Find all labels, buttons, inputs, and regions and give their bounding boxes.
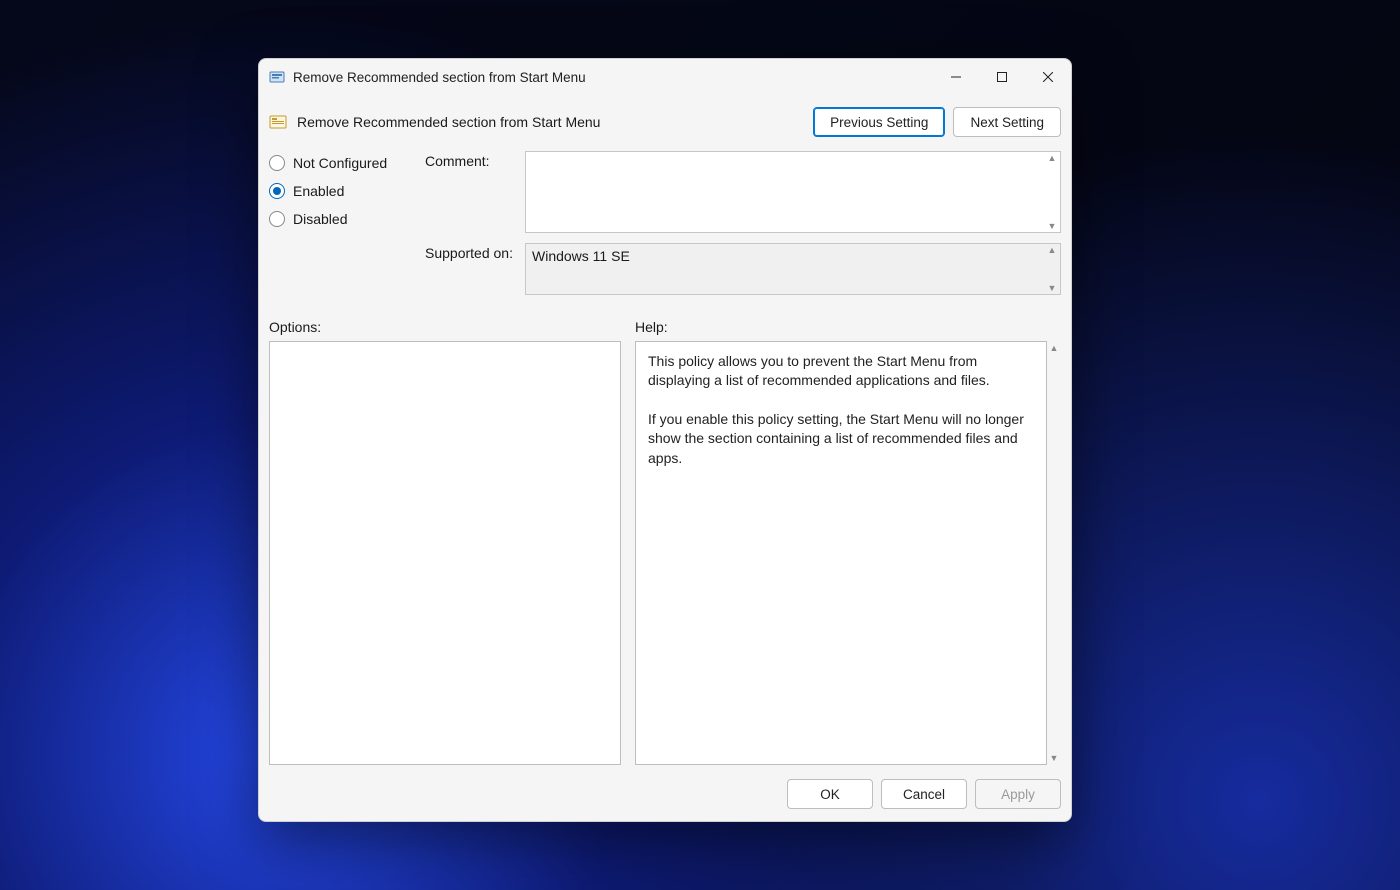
maximize-button[interactable] [979,59,1025,95]
options-pane[interactable] [269,341,621,765]
minimize-button[interactable] [933,59,979,95]
scroll-up-icon: ▲ [1050,343,1059,353]
scroll-indicator: ▲ ▼ [1047,341,1061,765]
pane-labels: Options: Help: [269,319,1061,341]
apply-button[interactable]: Apply [975,779,1061,809]
ok-button[interactable]: OK [787,779,873,809]
help-pane-wrap: This policy allows you to prevent the St… [635,341,1061,765]
meta-column: Comment: ▲ ▼ Supported on: Windows 1 [425,151,1061,295]
titlebar[interactable]: Remove Recommended section from Start Me… [259,59,1071,95]
supported-box-wrap: Windows 11 SE ▲ ▼ [525,243,1061,295]
cancel-button[interactable]: Cancel [881,779,967,809]
window-content: Remove Recommended section from Start Me… [259,95,1071,821]
radio-icon [269,183,285,199]
comment-input[interactable] [525,151,1061,233]
radio-disabled[interactable]: Disabled [269,211,409,227]
radio-label: Disabled [293,211,347,227]
help-pane[interactable]: This policy allows you to prevent the St… [635,341,1047,765]
help-label: Help: [635,319,668,335]
config-row: Not Configured Enabled Disabled Comment: [269,149,1061,301]
subheader: Remove Recommended section from Start Me… [269,103,1061,149]
policy-editor-window: Remove Recommended section from Start Me… [258,58,1072,822]
scroll-down-icon: ▼ [1050,753,1059,763]
comment-label: Comment: [425,151,517,169]
supported-value: Windows 11 SE [525,243,1061,295]
dialog-footer: OK Cancel Apply [269,765,1061,809]
radio-not-configured[interactable]: Not Configured [269,155,409,171]
radio-label: Not Configured [293,155,387,171]
supported-label: Supported on: [425,243,517,261]
window-title: Remove Recommended section from Start Me… [293,70,586,85]
radio-label: Enabled [293,183,344,199]
desktop-background: Remove Recommended section from Start Me… [0,0,1400,890]
previous-setting-button[interactable]: Previous Setting [813,107,945,137]
supported-field: Supported on: Windows 11 SE ▲ ▼ [425,243,1061,295]
comment-field: Comment: ▲ ▼ [425,151,1061,233]
setting-icon [269,113,287,131]
options-label: Options: [269,319,621,335]
panes-row: This policy allows you to prevent the St… [269,341,1061,765]
setting-title: Remove Recommended section from Start Me… [297,114,600,130]
radio-icon [269,155,285,171]
radio-icon [269,211,285,227]
comment-box-wrap: ▲ ▼ [525,151,1061,233]
policy-icon [269,69,285,85]
radio-enabled[interactable]: Enabled [269,183,409,199]
state-radio-group: Not Configured Enabled Disabled [269,151,409,227]
next-setting-button[interactable]: Next Setting [953,107,1061,137]
close-button[interactable] [1025,59,1071,95]
